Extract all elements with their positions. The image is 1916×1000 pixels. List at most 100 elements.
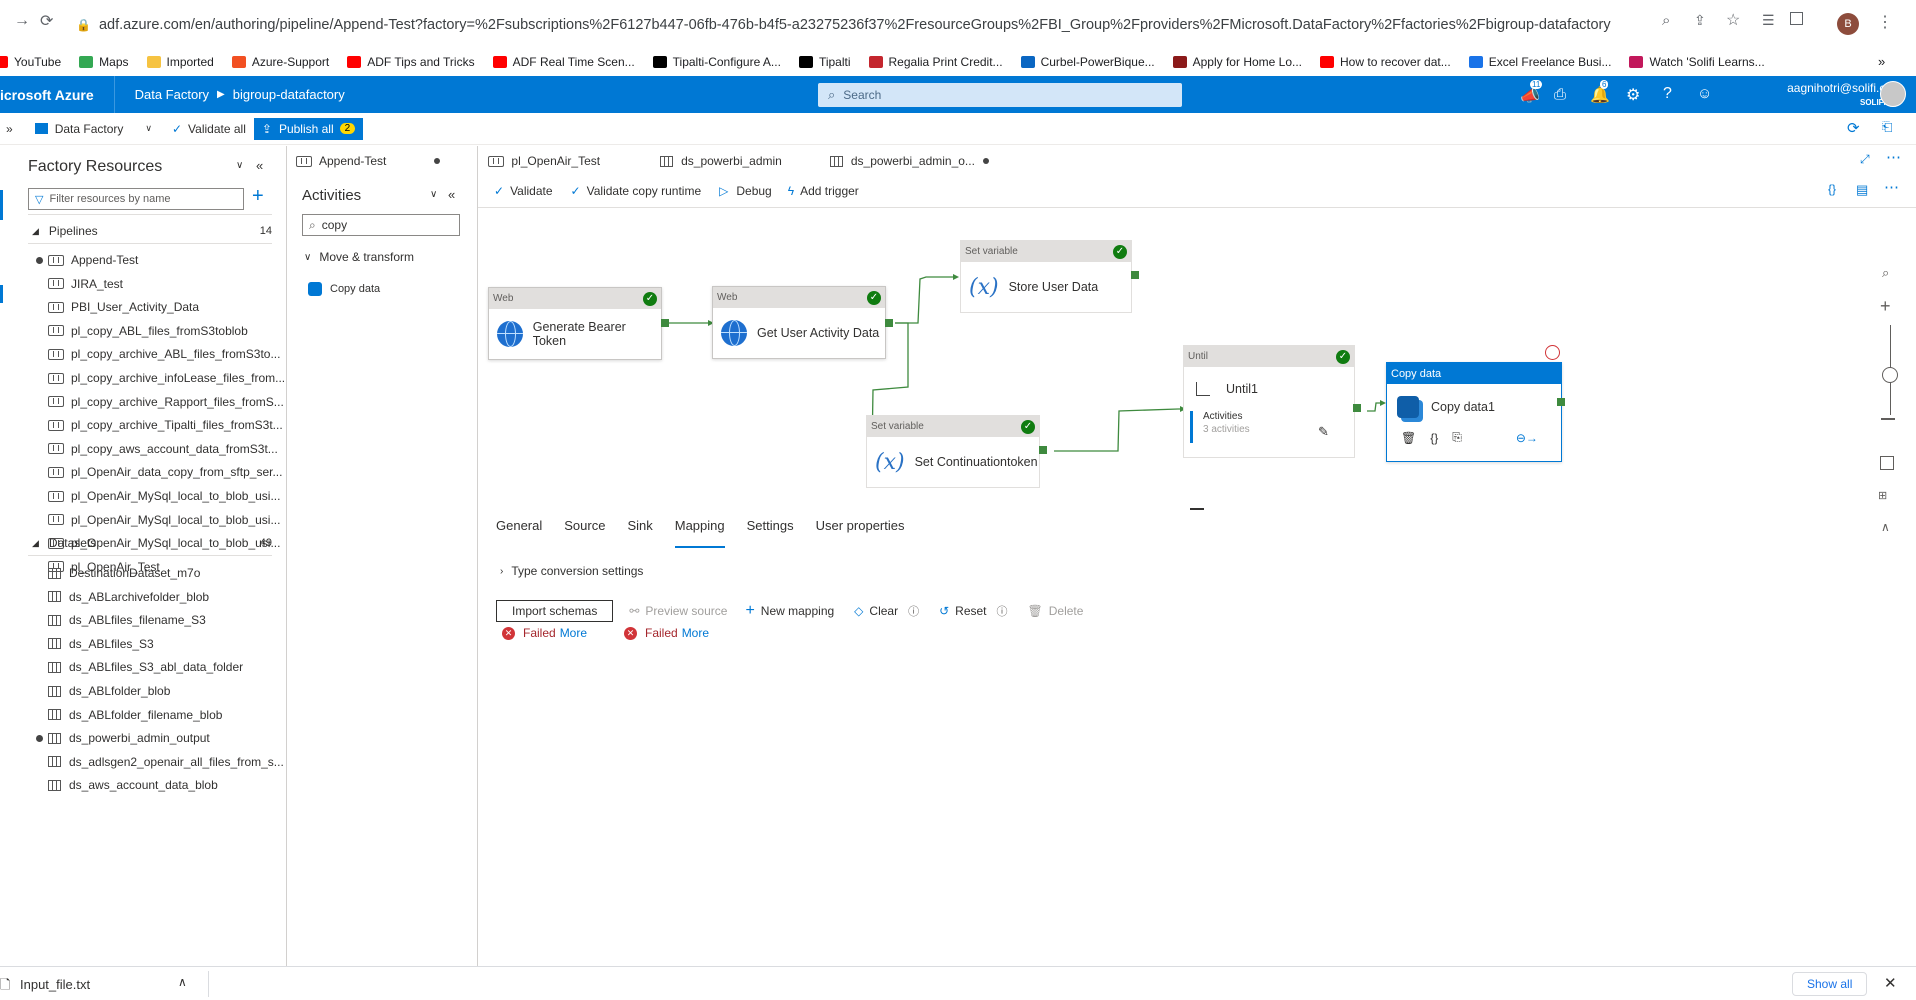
forward-icon[interactable]: → xyxy=(14,12,30,30)
clear-button[interactable]: ◇ Clear xyxy=(854,604,898,618)
more-link[interactable]: More xyxy=(682,626,709,640)
move-transform-group[interactable]: ∨ Move & transform xyxy=(304,250,414,264)
close-icon[interactable]: ✕ xyxy=(1884,974,1897,992)
pipeline-item[interactable]: pl_copy_aws_account_data_fromS3t... xyxy=(48,442,278,456)
expand-icon[interactable]: ⤢ xyxy=(1860,152,1870,167)
auto-align-icon[interactable]: ⊞ xyxy=(1878,489,1887,502)
bookmark-item[interactable]: Regalia Print Credit... xyxy=(868,55,1003,69)
dataset-item[interactable]: ds_aws_account_data_blob xyxy=(48,778,218,792)
reset-button[interactable]: ↺ Reset xyxy=(939,604,986,618)
clone-icon[interactable]: ⎘ xyxy=(1452,430,1462,445)
add-resource-icon[interactable]: + xyxy=(252,185,264,208)
chevron-up-icon[interactable]: ∧ xyxy=(178,975,187,989)
refresh-icon[interactable]: ⟳ xyxy=(1847,119,1860,137)
more-options-icon[interactable]: ⋯ xyxy=(1886,148,1901,166)
azure-brand[interactable]: icrosoft Azure xyxy=(0,87,94,103)
debug-button[interactable]: ▷ Debug xyxy=(719,184,772,198)
activity-web-get-user-activity[interactable]: Web ✓ Get User Activity Data xyxy=(712,286,886,359)
output-port[interactable] xyxy=(1131,271,1139,279)
show-all-button[interactable]: Show all xyxy=(1792,972,1868,996)
zoom-out-icon[interactable] xyxy=(1881,418,1895,420)
collapse-panel-icon[interactable]: « xyxy=(448,187,455,202)
output-port[interactable] xyxy=(1039,446,1047,454)
pipeline-item[interactable]: pl_copy_archive_ABL_files_fromS3to... xyxy=(48,347,280,361)
bookmark-item[interactable]: How to recover dat... xyxy=(1320,55,1451,69)
validate-button[interactable]: ✓ Validate xyxy=(494,184,553,198)
activity-until[interactable]: Until ✓ Until1 Activities 3 activities ✎ xyxy=(1183,345,1355,458)
filter-input[interactable]: ▽ Filter resources by name xyxy=(28,188,244,210)
bell-icon[interactable]: 🔔 6 xyxy=(1590,80,1610,105)
collapse-properties-icon[interactable]: ∧ xyxy=(1881,520,1890,534)
directory-icon[interactable]: ⎙ xyxy=(1554,86,1566,103)
properties-icon[interactable]: ▤ xyxy=(1856,182,1868,198)
address-bar[interactable]: 🔒 adf.azure.com/en/authoring/pipeline/Ap… xyxy=(76,11,1636,39)
bookmark-item[interactable]: Excel Freelance Busi... xyxy=(1468,55,1611,69)
search-canvas-icon[interactable]: ⌕ xyxy=(1882,265,1889,281)
pipeline-item[interactable]: pl_copy_archive_Tipalti_files_fromS3t... xyxy=(48,418,283,432)
more-options-icon[interactable]: ⋯ xyxy=(1884,178,1899,196)
bookmark-item[interactable]: Azure-Support xyxy=(231,55,329,69)
tab-source[interactable]: Source xyxy=(564,518,605,548)
collapse-panel-icon[interactable]: « xyxy=(256,158,263,173)
dataset-item[interactable]: ds_ABLfiles_S3_abl_data_folder xyxy=(48,660,243,674)
validate-copy-runtime-button[interactable]: ✓ Validate copy runtime xyxy=(571,184,702,198)
validate-all-button[interactable]: ✓ Validate all xyxy=(172,122,246,136)
tab-user-properties[interactable]: User properties xyxy=(816,518,905,548)
reload-icon[interactable]: ⟳ xyxy=(40,11,53,31)
more-link[interactable]: More xyxy=(560,626,587,640)
bookmark-item[interactable]: Curbel-PowerBique... xyxy=(1020,55,1155,69)
bookmark-item[interactable]: YouTube xyxy=(0,55,61,69)
sidepanel-icon[interactable] xyxy=(1790,12,1803,25)
edit-pencil-icon[interactable]: ✎ xyxy=(1318,424,1329,440)
new-mapping-button[interactable]: + New mapping xyxy=(745,602,834,620)
help-icon[interactable]: ? xyxy=(1663,85,1672,103)
tab-mapping[interactable]: Mapping xyxy=(674,518,725,548)
error-indicator-icon[interactable] xyxy=(1545,345,1560,360)
tab-settings[interactable]: Settings xyxy=(747,518,794,548)
pipeline-item[interactable]: JIRA_test xyxy=(48,277,123,291)
pipeline-item[interactable]: PBI_User_Activity_Data xyxy=(48,300,199,314)
bookmark-item[interactable]: Tipalti xyxy=(798,55,851,69)
zoom-icon[interactable]: ⌕ xyxy=(1662,12,1670,29)
import-schemas-button[interactable]: Import schemas xyxy=(496,600,614,622)
search-input[interactable]: ⌕ Search xyxy=(818,83,1182,107)
dataset-item[interactable]: ds_ABLfiles_S3 xyxy=(48,637,154,651)
pipeline-item[interactable]: pl_copy_archive_Rapport_files_fromS... xyxy=(48,395,284,409)
output-port[interactable] xyxy=(1557,398,1565,406)
discard-icon[interactable]: ⎗ xyxy=(1882,119,1892,135)
gear-icon[interactable]: ⚙ xyxy=(1626,85,1640,105)
code-icon[interactable]: {} xyxy=(1430,431,1438,445)
until-activities[interactable]: Activities 3 activities xyxy=(1190,411,1354,443)
tab-general[interactable]: General xyxy=(496,518,542,548)
activities-search-input[interactable]: ⌕ copy xyxy=(302,214,460,236)
download-file-name[interactable]: Input_file.txt xyxy=(20,977,90,992)
activity-set-variable-continuation[interactable]: Set variable ✓ (x) Set Continuationtoken xyxy=(866,415,1040,488)
preview-source-button[interactable]: ⚯ Preview source xyxy=(629,604,727,618)
zoom-in-icon[interactable]: + xyxy=(1880,296,1891,317)
copy-data-activity[interactable]: Copy data xyxy=(308,282,380,296)
output-port[interactable] xyxy=(661,319,669,327)
pipelines-header[interactable]: ◢ Pipelines 14 xyxy=(32,224,272,238)
bookmark-star-icon[interactable]: ☆ xyxy=(1726,10,1740,30)
share-icon[interactable]: ⇪ xyxy=(1694,12,1706,29)
tab-sink[interactable]: Sink xyxy=(627,518,652,548)
output-port[interactable] xyxy=(1353,404,1361,412)
tab-ds-powerbi-admin-o[interactable]: ds_powerbi_admin_o... xyxy=(829,154,989,168)
pipeline-item[interactable]: pl_OpenAir_MySql_local_to_blob_usi... xyxy=(48,513,280,527)
feedback-icon[interactable]: ☺ xyxy=(1697,85,1712,102)
collapse-nav-icon[interactable]: » xyxy=(6,122,13,136)
pipeline-item[interactable]: pl_copy_archive_infoLease_files_from... xyxy=(48,371,285,385)
activity-set-variable-store-user[interactable]: Set variable ✓ (x) Store User Data xyxy=(960,240,1132,313)
reading-list-icon[interactable]: ☰ xyxy=(1762,12,1775,29)
bookmark-item[interactable]: Watch 'Solifi Learns... xyxy=(1629,55,1765,69)
collapse-all-icon[interactable]: ∨ xyxy=(430,189,437,200)
dataset-item[interactable]: ds_adlsgen2_openair_all_files_from_s... xyxy=(48,755,284,769)
bookmark-item[interactable]: Tipalti-Configure A... xyxy=(652,55,781,69)
tab-ds-powerbi-admin[interactable]: ds_powerbi_admin xyxy=(660,154,782,168)
user-avatar[interactable] xyxy=(1880,81,1906,107)
dataset-item[interactable]: ds_ABLfiles_filename_S3 xyxy=(48,613,206,627)
bookmark-item[interactable]: Apply for Home Lo... xyxy=(1172,55,1302,69)
pipeline-item[interactable]: Append-Test xyxy=(48,253,138,267)
publish-all-button[interactable]: ⇪ Publish all 2 xyxy=(253,117,364,140)
delete-button[interactable]: 🗑 Delete xyxy=(1028,604,1084,618)
